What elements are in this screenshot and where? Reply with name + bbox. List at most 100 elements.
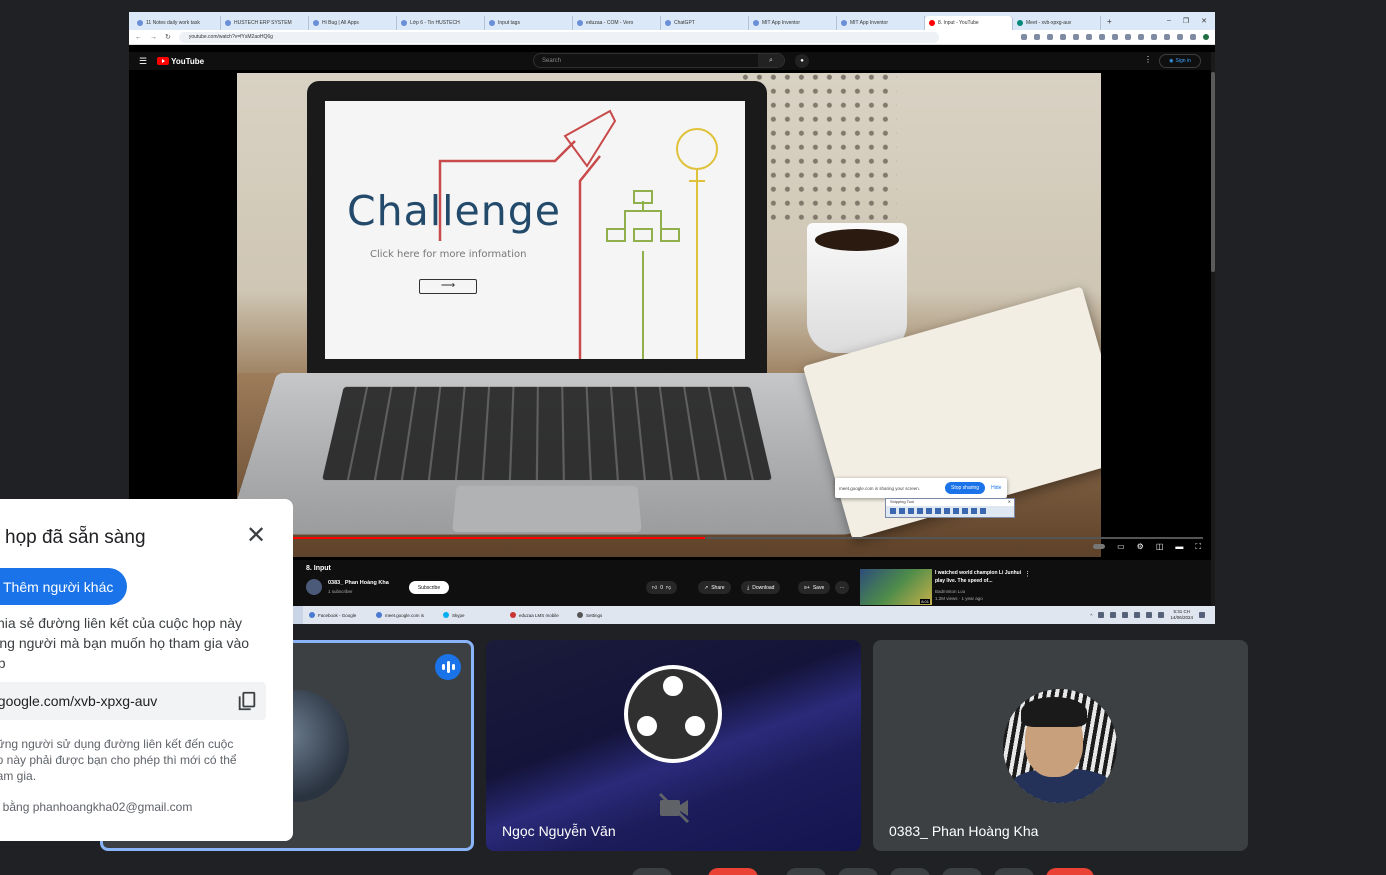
mic-button[interactable] (708, 868, 758, 875)
download-button[interactable]: ⤓ Download (741, 581, 781, 594)
participant-tile[interactable]: 0383_ Phan Hoàng Kha (873, 640, 1248, 851)
browser-tab[interactable]: ChatGPT (661, 15, 749, 30)
url-field[interactable]: youtube.com/watch?v=fYsM2aoHQ6g (178, 31, 939, 43)
tray-icon[interactable] (1098, 612, 1105, 618)
reload-icon[interactable]: ↻ (165, 33, 171, 41)
recommended-thumbnail[interactable]: 8:01 (860, 569, 932, 605)
search-icon[interactable]: ⌕ (758, 54, 784, 67)
participant-tile[interactable]: Ngọc Nguyễn Văn (486, 640, 861, 851)
control-button[interactable] (890, 868, 930, 875)
snip-tool-icon[interactable] (944, 508, 950, 514)
extension-icon[interactable] (1190, 34, 1196, 40)
notifications-icon[interactable] (1199, 612, 1205, 618)
control-button[interactable] (786, 868, 826, 875)
more-actions-icon[interactable]: ⋯ (835, 581, 849, 594)
extension-icon[interactable] (1164, 34, 1170, 40)
minimize-icon[interactable]: – (1167, 17, 1171, 25)
browser-tab[interactable]: Meet - xvb-xpxg-auv (1013, 15, 1101, 30)
forward-icon[interactable]: → (150, 34, 157, 41)
browser-tab[interactable]: 11 Notes daily work task (133, 15, 221, 30)
extension-icon[interactable] (1112, 34, 1118, 40)
extension-icon[interactable] (1047, 34, 1053, 40)
captions-icon[interactable]: ▭ (1117, 542, 1125, 552)
browser-tab[interactable]: MIT App Inventor (837, 15, 925, 30)
snip-tool-icon[interactable] (908, 508, 914, 514)
snip-tool-icon[interactable] (953, 508, 959, 514)
extension-icon[interactable] (1060, 34, 1066, 40)
tray-chevron-icon[interactable]: ^ (1090, 613, 1092, 618)
control-button[interactable] (838, 868, 878, 875)
extension-icon[interactable] (1138, 34, 1144, 40)
snip-tool-icon[interactable] (962, 508, 968, 514)
microphone-icon[interactable]: ● (795, 54, 809, 68)
channel-name[interactable]: 0383_ Phan Hoàng Kha (328, 580, 389, 586)
snip-tool-icon[interactable] (899, 508, 905, 514)
thumbs-down-icon[interactable]: 👎︎ (666, 585, 671, 591)
snip-tool-icon[interactable] (917, 508, 923, 514)
copy-icon[interactable] (236, 690, 258, 712)
snip-tool-icon[interactable] (980, 508, 986, 514)
extension-icon[interactable] (1073, 34, 1079, 40)
snip-tool-icon[interactable] (926, 508, 932, 514)
browser-tab-active[interactable]: 8. Input - YouTube (925, 15, 1013, 30)
restore-icon[interactable]: ❐ (1183, 17, 1189, 25)
snip-tool-icon[interactable] (935, 508, 941, 514)
recommended-title[interactable]: I watched world champion Li Junhui play … (935, 569, 1025, 585)
recommended-more-icon[interactable]: ⋮ (1024, 570, 1031, 578)
stop-sharing-button[interactable]: Stop sharing (945, 482, 986, 494)
channel-avatar[interactable] (306, 579, 322, 595)
back-icon[interactable]: ← (135, 34, 142, 41)
browser-tab[interactable]: MIT App Inventor (749, 15, 837, 30)
more-options-icon[interactable]: ⋮ (1144, 55, 1152, 64)
taskbar-item-settings[interactable]: Settings (571, 606, 638, 624)
tray-icon[interactable] (1122, 612, 1129, 618)
page-scrollbar[interactable] (1211, 52, 1215, 606)
browser-tab[interactable]: Lớp 6 - Tin HUSTECH (397, 15, 485, 30)
extension-icon[interactable] (1151, 34, 1157, 40)
snip-tool-icon[interactable] (890, 508, 896, 514)
taskbar-item-facebook[interactable]: Facebook - Google (303, 606, 370, 624)
theater-mode-icon[interactable]: ▬ (1175, 542, 1183, 552)
youtube-search-input[interactable]: Search ⌕ (533, 53, 785, 68)
wifi-icon[interactable] (1146, 612, 1153, 618)
video-player[interactable]: Challenge Click here for more informatio… (129, 70, 1211, 560)
snipping-tool-window[interactable]: Snipping Tool ✕ (885, 498, 1015, 518)
volume-icon[interactable] (1158, 612, 1165, 618)
browser-tab[interactable]: Input tags (485, 15, 573, 30)
autoplay-toggle[interactable] (1093, 544, 1106, 549)
extension-icon[interactable] (1177, 34, 1183, 40)
extension-icon[interactable] (1086, 34, 1092, 40)
settings-icon[interactable]: ⚙ (1137, 542, 1144, 552)
sign-in-button[interactable]: ◉ Sign in (1159, 54, 1201, 68)
browser-tab[interactable]: HUSTECH ERP SYSTEM (221, 15, 309, 30)
control-button[interactable] (942, 868, 982, 875)
share-button[interactable]: ↗ Share (698, 581, 731, 594)
clock[interactable]: 5:31 CH 14/06/2024 (1170, 609, 1193, 621)
leave-call-button[interactable] (1046, 868, 1094, 875)
youtube-logo[interactable]: YouTube (157, 57, 204, 66)
extension-icon[interactable] (1125, 34, 1131, 40)
fullscreen-icon[interactable]: ⛶ (1195, 542, 1201, 552)
taskbar-item-skype[interactable]: Skype (437, 606, 504, 624)
control-button[interactable] (994, 868, 1034, 875)
control-button[interactable] (632, 868, 672, 875)
extension-icon[interactable] (1099, 34, 1105, 40)
scrollbar-thumb[interactable] (1211, 72, 1215, 272)
new-tab-icon[interactable]: + (1101, 17, 1112, 26)
subscribe-button[interactable]: Subscribe (409, 581, 449, 594)
hamburger-menu-icon[interactable]: ☰ (139, 56, 147, 67)
extension-icon[interactable] (1034, 34, 1040, 40)
extension-icon[interactable] (1021, 34, 1027, 40)
snip-tool-icon[interactable] (971, 508, 977, 514)
tray-icon[interactable] (1110, 612, 1117, 618)
close-icon[interactable]: ✕ (1008, 499, 1011, 506)
close-icon[interactable]: ✕ (244, 524, 268, 549)
add-others-button[interactable]: Thêm người khác (0, 568, 127, 605)
browser-tab[interactable]: Hi Bug | All Apps (309, 15, 397, 30)
tray-icon[interactable] (1134, 612, 1141, 618)
miniplayer-icon[interactable]: ◫ (1156, 542, 1164, 552)
hide-banner-button[interactable]: Hide (991, 485, 1001, 491)
save-button[interactable]: ≡+ Save (798, 581, 831, 594)
taskbar-item-eduzaa[interactable]: eduzaa LMS mobile (504, 606, 571, 624)
profile-avatar[interactable] (1203, 34, 1209, 40)
